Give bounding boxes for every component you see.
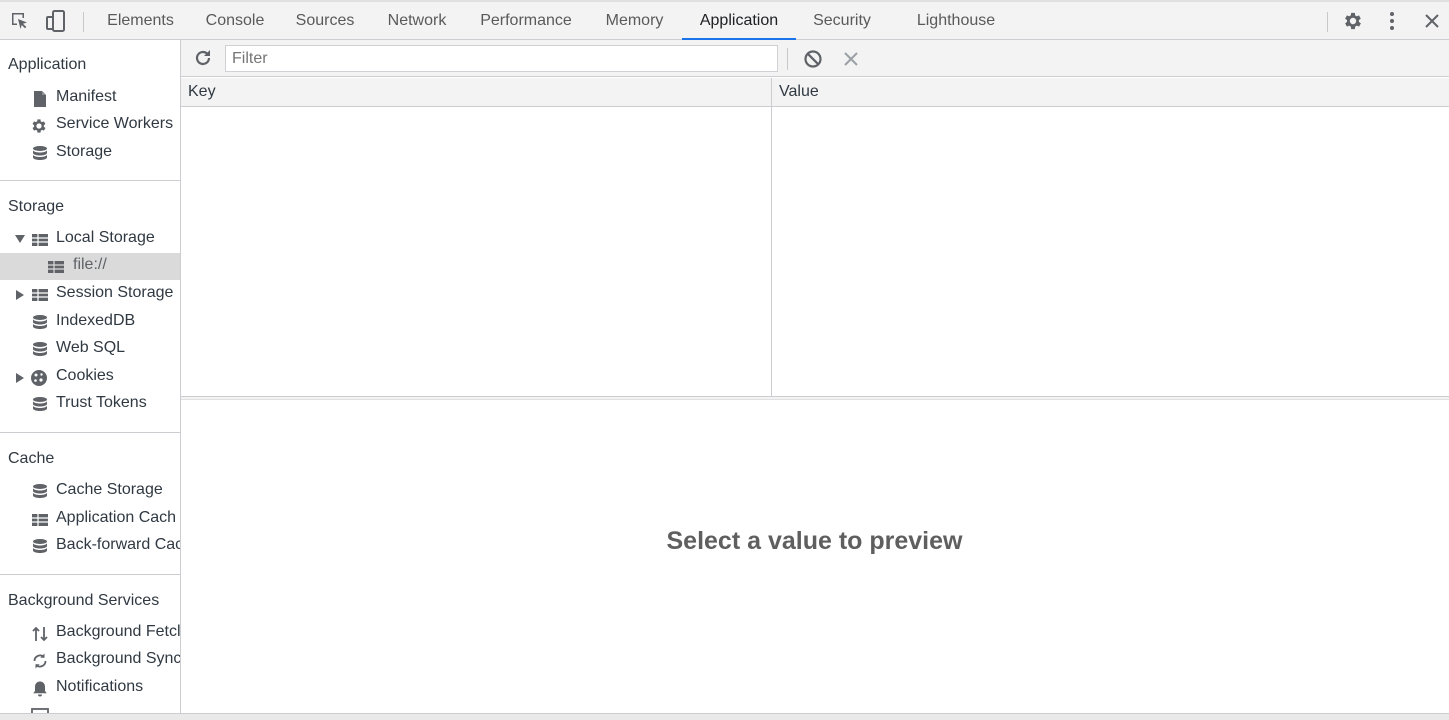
bell-icon — [33, 681, 47, 697]
bottom-border — [0, 713, 1449, 720]
devtools-tab-bar: Elements Console Sources Network Perform… — [0, 0, 1449, 40]
cookie-icon — [31, 370, 47, 386]
sidebar-item-storage[interactable]: Storage — [0, 140, 180, 167]
filter-input[interactable] — [225, 45, 778, 72]
toolbar-separator — [83, 12, 84, 32]
chevron-down-icon[interactable] — [15, 235, 25, 243]
sidebar-item-cookies[interactable]: Cookies — [0, 364, 180, 391]
sidebar-item-label: Manifest — [56, 88, 117, 105]
sidebar-item-manifest[interactable]: Manifest — [0, 85, 180, 112]
more-options-icon[interactable] — [1381, 10, 1403, 32]
table-grid-icon — [32, 514, 48, 526]
section-title-background-services: Background Services — [8, 592, 160, 609]
database-icon — [33, 539, 47, 553]
table-grid-icon — [32, 289, 48, 301]
tab-application[interactable]: Application — [682, 2, 796, 40]
table-grid-icon — [48, 261, 64, 273]
section-title-storage: Storage — [8, 198, 65, 215]
sidebar-item-partial — [0, 703, 180, 713]
sidebar-item-back-forward-cache[interactable]: Back-forward Cac — [0, 533, 181, 560]
sidebar-item-service-workers[interactable]: Service Workers — [0, 112, 180, 139]
sidebar-item-trust-tokens[interactable]: Trust Tokens — [0, 391, 180, 418]
clear-all-icon[interactable] — [803, 49, 823, 69]
sidebar-item-background-sync[interactable]: Background Sync — [0, 647, 181, 674]
sidebar-item-label: Storage — [56, 143, 113, 160]
section-divider — [0, 180, 180, 181]
tab-security[interactable]: Security — [806, 2, 878, 40]
column-header-value[interactable]: Value — [779, 83, 819, 101]
toolbar-separator — [787, 48, 788, 70]
sidebar-item-label: Background Sync — [56, 650, 181, 667]
sidebar-item-background-fetch[interactable]: Background Fetcl — [0, 620, 181, 647]
grid-header: Key Value — [181, 78, 1449, 107]
gear-icon[interactable] — [1342, 10, 1364, 32]
storage-toolbar — [181, 40, 1449, 77]
sync-icon — [33, 653, 47, 669]
document-icon — [34, 91, 46, 107]
tab-performance[interactable]: Performance — [474, 2, 578, 40]
application-sidebar: Application Manifest Service Workers Sto… — [0, 40, 181, 713]
sidebar-item-notifications[interactable]: Notifications — [0, 675, 180, 702]
chevron-right-icon[interactable] — [16, 290, 24, 300]
sidebar-item-label: Background Fetcl — [56, 623, 181, 640]
close-icon[interactable] — [1421, 10, 1443, 32]
sidebar-item-label: Local Storage — [56, 229, 155, 246]
sidebar-item-indexeddb[interactable]: IndexedDB — [0, 309, 180, 336]
sidebar-item-label: file:// — [73, 256, 107, 273]
delete-selected-icon[interactable] — [843, 51, 859, 67]
database-icon — [33, 315, 47, 329]
inspect-element-icon[interactable] — [9, 10, 31, 32]
sidebar-item-label: Service Workers — [56, 115, 174, 132]
sidebar-item-session-storage[interactable]: Session Storage — [0, 281, 180, 308]
section-title-cache: Cache — [8, 450, 55, 467]
sidebar-item-label: Cookies — [56, 367, 114, 384]
preview-placeholder-message: Select a value to preview — [666, 527, 963, 555]
column-separator[interactable] — [771, 78, 772, 396]
tab-elements[interactable]: Elements — [103, 2, 178, 40]
sidebar-item-label: Trust Tokens — [56, 394, 147, 411]
sidebar-item-application-cache[interactable]: Application Cach — [0, 506, 180, 533]
tab-console[interactable]: Console — [200, 2, 270, 40]
sidebar-item-label: Notifications — [56, 678, 144, 695]
section-title-application: Application — [8, 56, 87, 73]
sidebar-item-cache-storage[interactable]: Cache Storage — [0, 478, 180, 505]
sidebar-item-file-origin[interactable]: file:// — [0, 253, 180, 280]
device-toolbar-icon[interactable] — [45, 10, 67, 32]
sidebar-item-label: Back-forward Cac — [56, 536, 181, 553]
sidebar-item-local-storage[interactable]: Local Storage — [0, 226, 180, 253]
database-icon — [33, 397, 47, 411]
preview-pane: Select a value to preview — [181, 400, 1449, 713]
sidebar-item-label: IndexedDB — [56, 312, 136, 329]
gear-icon — [32, 119, 46, 133]
chevron-right-icon[interactable] — [16, 373, 24, 383]
database-icon — [33, 342, 47, 356]
table-grid-icon — [32, 234, 48, 246]
tab-sources[interactable]: Sources — [290, 2, 360, 40]
tab-lighthouse[interactable]: Lighthouse — [910, 2, 1002, 40]
section-divider — [0, 574, 180, 575]
section-divider — [0, 432, 180, 433]
sidebar-item-label: Application Cach — [56, 509, 177, 526]
sidebar-item-label: Cache Storage — [56, 481, 163, 498]
sidebar-item-web-sql[interactable]: Web SQL — [0, 336, 180, 363]
tab-memory[interactable]: Memory — [598, 2, 671, 40]
refresh-icon[interactable] — [193, 48, 215, 70]
grid-body[interactable] — [181, 107, 1449, 397]
database-icon — [33, 146, 47, 160]
toolbar-separator — [1327, 12, 1328, 32]
column-header-key[interactable]: Key — [188, 83, 216, 101]
sidebar-item-label: Web SQL — [56, 339, 126, 356]
database-icon — [33, 484, 47, 498]
up-down-arrows-icon — [32, 626, 48, 642]
tab-network[interactable]: Network — [380, 2, 454, 40]
sidebar-item-label: Session Storage — [56, 284, 174, 301]
